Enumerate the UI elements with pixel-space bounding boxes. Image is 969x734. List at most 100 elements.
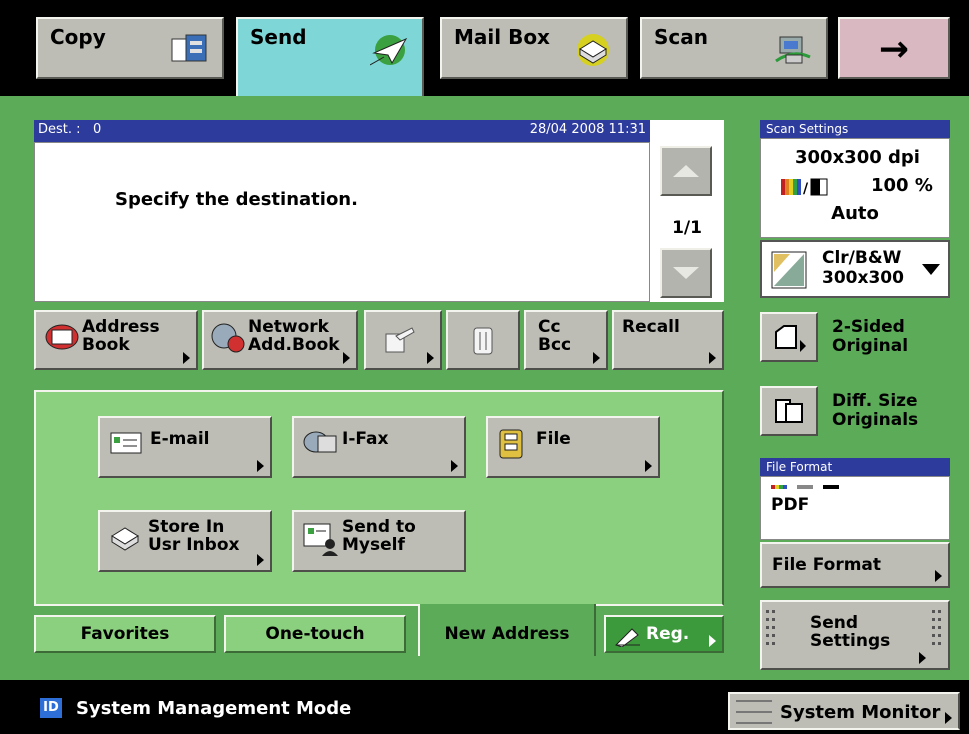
mail-box-icon [577,34,609,66]
network-address-book-label: Network Add.Book [248,317,340,355]
color-bw-icon: / [781,178,828,197]
tab-copy-label: Copy [50,25,106,49]
caret-icon [593,352,600,364]
tab-scan-label: Scan [654,25,708,49]
tab-new-address-label: New Address [444,624,570,644]
scan-color-select[interactable]: Clr/B&W 300x300 [760,240,950,298]
tab-mail-box-label: Mail Box [454,25,550,49]
ifax-button[interactable]: I-Fax [292,416,466,478]
caret-icon [343,352,350,364]
copy-icon [171,34,207,62]
cc-bcc-label: Cc Bcc [538,317,572,355]
send-to-myself-icon [303,523,338,556]
two-sided-icon [775,325,806,352]
email-label: E-mail [150,429,210,449]
tab-send-label: Send [250,25,307,49]
file-format-display: PDF [760,476,950,540]
destination-scroll: 1/1 [650,120,724,302]
network-address-book-button[interactable]: Network Add.Book [202,310,358,370]
register-button[interactable]: Reg. [604,615,724,653]
caret-icon [919,652,926,664]
tab-favorites-label: Favorites [80,624,170,644]
destination-header: Dest. : 0 28/04 2008 11:31 [34,120,650,142]
register-label: Reg. [646,624,690,644]
dotted-grip-icon [766,610,775,645]
email-button[interactable]: E-mail [98,416,272,478]
file-format-header: File Format [760,458,950,476]
caret-icon [257,554,264,566]
tab-one-touch[interactable]: One-touch [224,615,406,653]
id-badge: ID [40,698,62,718]
tab-new-address[interactable]: New Address [418,604,596,656]
cc-bcc-button[interactable]: Cc Bcc [524,310,608,370]
pointing-hand-icon [385,327,415,353]
caret-icon [709,635,716,647]
address-book-icon [45,324,79,350]
scan-color-select-label: Clr/B&W 300x300 [822,248,904,288]
send-paper-plane-icon [370,35,408,66]
scroll-down-button[interactable] [660,248,712,298]
diff-size-originals-button[interactable] [760,386,818,436]
next-function-button[interactable]: → [838,17,950,79]
recall-button[interactable]: Recall [612,310,724,370]
ifax-label: I-Fax [342,429,389,449]
two-sided-original-button[interactable] [760,312,818,362]
screen: Copy Send Mail Box Scan → Dest.: 0 28/0… [0,0,969,734]
send-settings-button[interactable]: Send Settings [760,600,950,670]
color-document-icon [771,251,807,289]
delete-button[interactable] [446,310,520,370]
caret-icon [645,460,652,472]
scan-resolution: 300x300 dpi [795,147,920,168]
system-monitor-button[interactable]: System Monitor [728,692,960,730]
tab-send[interactable]: Send [236,17,424,97]
send-to-myself-label: Send to Myself [342,517,416,555]
destination-label: Dest. : [38,122,81,137]
file-button[interactable]: File [486,416,660,478]
destination-count: 0 [92,122,102,137]
svg-text:/: / [803,181,809,197]
scan-mode: Auto [831,203,879,224]
address-book-label: Address Book [82,317,160,355]
register-pen-icon [615,628,640,647]
details-button[interactable] [364,310,442,370]
file-format-button-label: File Format [772,555,882,575]
scan-zoom: 100 % [871,175,933,196]
file-format-button[interactable]: File Format [760,542,950,588]
monitor-icon [736,700,772,724]
tab-scan[interactable]: Scan [640,17,828,79]
recall-label: Recall [622,317,680,337]
destination-list[interactable]: Specify the destination. [34,142,650,302]
status-bar: ID System Management Mode System Monitor [0,680,969,734]
tab-copy[interactable]: Copy [36,17,224,79]
file-label: File [536,429,571,449]
pdf-format-icon [771,485,839,489]
destination-message: Specify the destination. [115,189,358,210]
page-indicator: 1/1 [672,218,702,238]
ifax-icon [303,431,337,453]
store-in-usr-inbox-label: Store In Usr Inbox [148,517,240,555]
system-monitor-label: System Monitor [780,702,941,723]
down-arrow-icon [673,267,699,279]
trash-can-icon [473,327,493,355]
dropdown-arrow-icon [922,264,940,275]
caret-icon [257,460,264,472]
diff-size-icon [775,399,803,423]
tab-mail-box[interactable]: Mail Box [440,17,628,79]
dotted-grip-icon [932,610,941,645]
caret-icon [183,352,190,364]
address-book-button[interactable]: Address Book [34,310,198,370]
scan-icon [775,36,811,64]
tab-favorites[interactable]: Favorites [34,615,216,653]
send-settings-label: Send Settings [810,613,891,651]
scroll-up-button[interactable] [660,146,712,196]
file-icon [499,429,523,459]
send-to-myself-button[interactable]: Send to Myself [292,510,466,572]
scan-settings-summary: 300x300 dpi / 100 % Auto [760,138,950,238]
up-arrow-icon [673,165,699,177]
caret-icon [427,352,434,364]
caret-icon [935,570,942,582]
caret-icon [451,460,458,472]
store-in-usr-inbox-button[interactable]: Store In Usr Inbox [98,510,272,572]
system-mode-text: System Management Mode [76,698,352,719]
top-tab-strip: Copy Send Mail Box Scan → [0,0,969,97]
